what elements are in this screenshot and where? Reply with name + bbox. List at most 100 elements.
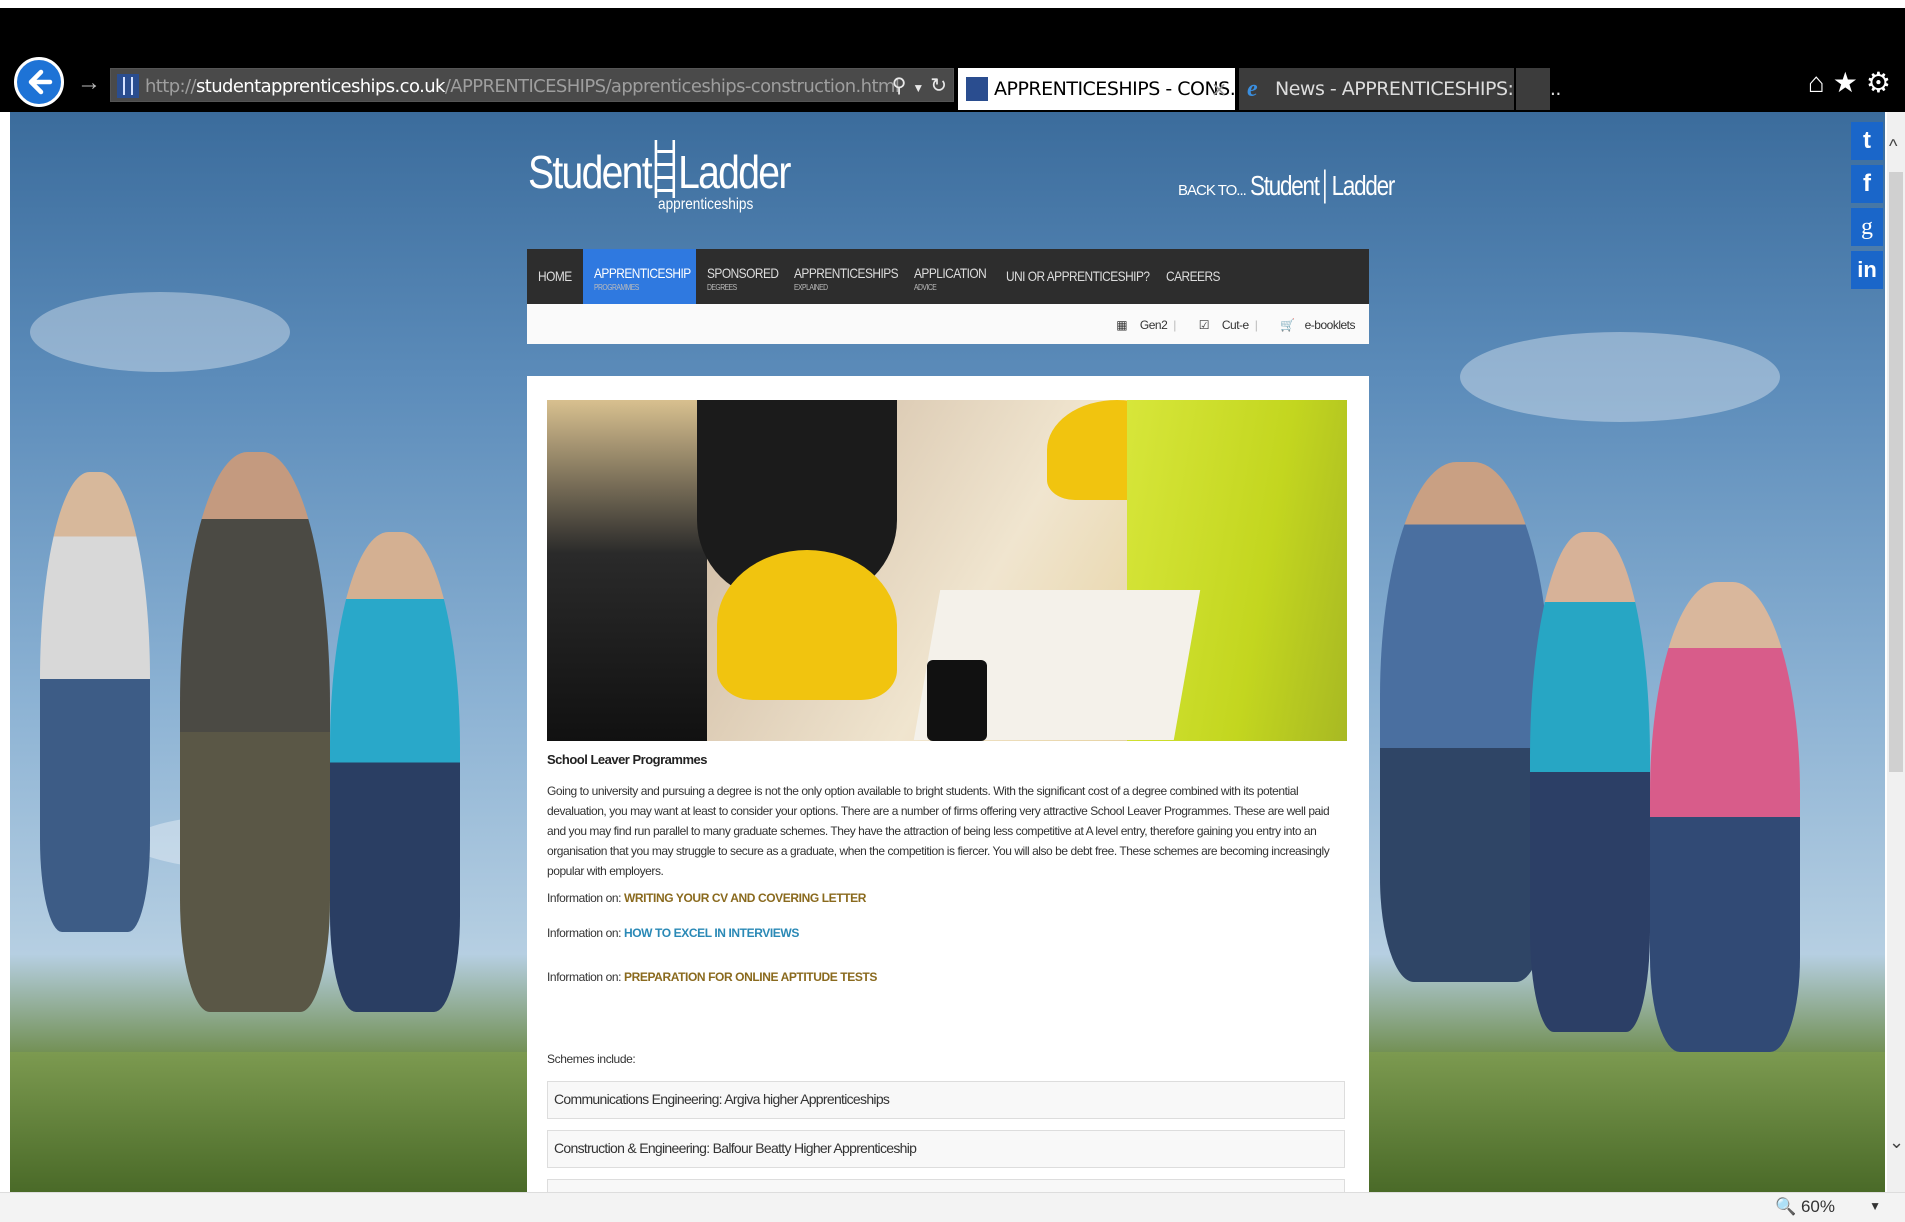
scheme-accordion-item[interactable]: Construction & Engineering: Balfour Beat…	[547, 1130, 1345, 1168]
back-link-prefix: BACK TO...	[1178, 182, 1247, 199]
background-person-image	[1650, 582, 1800, 1052]
hero-woman-figure	[547, 400, 707, 741]
window-top-edge	[0, 0, 1905, 8]
background-cloud	[30, 292, 290, 372]
settings-gear-icon[interactable]: ⚙	[1866, 67, 1891, 98]
nav-item-home[interactable]: HOME	[527, 249, 583, 304]
address-bar-actions: ⚲ ▼ ↻	[886, 73, 947, 98]
hero-yellow-hardhat	[717, 550, 897, 700]
tab-apprenticeships-construction[interactable]: APPRENTICESHIPS - CONS... ×	[958, 68, 1247, 110]
e-booklets-link[interactable]: 🛒 e-booklets	[1270, 318, 1355, 332]
cv-covering-letter-link[interactable]: WRITING YOUR CV AND COVERING LETTER	[624, 891, 866, 905]
background-person-image	[180, 452, 330, 1012]
hero-tablet-device	[927, 660, 987, 741]
nav-sublabel: ADVICE	[914, 283, 937, 292]
ie-logo-icon: e	[1247, 76, 1258, 102]
address-bar[interactable]: http://studentapprenticeships.co.uk/APPR…	[110, 68, 954, 102]
nav-sublabel: EXPLAINED	[794, 283, 828, 292]
site-favicon-icon	[117, 74, 139, 98]
vertical-scrollbar[interactable]: ^ ⌄	[1887, 112, 1905, 1192]
facebook-icon[interactable]: f	[1851, 165, 1883, 203]
background-person-image	[1530, 532, 1650, 1032]
schemes-label: Schemes include:	[547, 1052, 636, 1066]
logo-subtitle: apprenticeships	[658, 196, 754, 213]
forward-arrow-icon: →	[77, 69, 101, 96]
nav-sublabel: DEGREES	[707, 283, 737, 292]
twitter-icon[interactable]: t	[1851, 122, 1883, 160]
section-heading: School Leaver Programmes	[547, 752, 707, 767]
back-link-word-ladder: Ladder	[1331, 170, 1396, 201]
close-tab-icon[interactable]: ×	[1211, 77, 1228, 101]
scrollbar-thumb[interactable]	[1889, 172, 1903, 772]
logo-word-ladder: Ladder	[678, 146, 791, 198]
secondary-links-bar: ▦ Gen2 | ☑ Cut-e | 🛒 e-booklets	[527, 304, 1369, 344]
zoom-level[interactable]: 🔍 60%	[1775, 1197, 1835, 1217]
tab-label: APPRENTICESHIPS - CONS...	[994, 78, 1247, 100]
back-to-student-ladder-link[interactable]: BACK TO... Student│Ladder	[1178, 170, 1430, 202]
nav-item-application-advice[interactable]: APPLICATION ADVICE	[903, 249, 995, 304]
google-plus-icon[interactable]: g	[1851, 208, 1883, 246]
tab-news-apprenticeships[interactable]: e News - APPRENTICESHIPS: De...	[1239, 68, 1561, 110]
nav-label: APPRENTICESHIPS	[794, 265, 899, 281]
refresh-icon[interactable]: ↻	[930, 75, 947, 97]
nav-label: APPLICATION	[914, 265, 987, 281]
nav-sublabel: PROGRAMMES	[594, 283, 639, 292]
nav-label: CAREERS	[1166, 268, 1220, 284]
intro-paragraph: Going to university and pursuing a degre…	[547, 784, 1330, 878]
url-domain: studentapprenticeships.co.uk	[195, 76, 445, 97]
zoom-icon: 🔍	[1775, 1197, 1797, 1216]
background-person-image	[330, 532, 460, 1012]
browser-tool-icons: ⌂ ★ ⚙	[1800, 66, 1891, 99]
nav-item-careers[interactable]: CAREERS	[1155, 249, 1227, 304]
e-booklets-label: e-booklets	[1304, 318, 1356, 332]
home-icon[interactable]: ⌂	[1808, 67, 1825, 98]
background-person-image	[1380, 462, 1550, 982]
new-tab-button[interactable]	[1516, 68, 1550, 110]
zoom-value: 60%	[1800, 1197, 1835, 1216]
cart-icon: 🛒	[1280, 318, 1295, 332]
cut-e-label: Cut-e	[1221, 318, 1249, 332]
search-icon[interactable]: ⚲	[892, 75, 907, 97]
list-icon: ▦	[1116, 318, 1128, 332]
scroll-up-icon[interactable]: ^	[1889, 136, 1897, 157]
nav-item-sponsored-degrees[interactable]: SPONSORED DEGREES	[696, 249, 783, 304]
info-line-aptitude: Information on: PREPARATION FOR ONLINE A…	[547, 970, 877, 984]
url-path: /APPRENTICESHIPS/apprenticeships-constru…	[444, 76, 900, 97]
main-navigation: HOME APPRENTICESHIP PROGRAMMES SPONSORED D…	[527, 249, 1369, 304]
gen2-link[interactable]: ▦ Gen2	[1106, 318, 1168, 332]
info-line-interviews: Information on: HOW TO EXCEL IN INTERVIE…	[547, 926, 799, 940]
info-prefix: Information on:	[547, 970, 622, 984]
student-ladder-logo[interactable]: Student Ladder apprenticeships	[528, 140, 836, 213]
info-line-cv: Information on: WRITING YOUR CV AND COVE…	[547, 891, 866, 905]
scroll-down-icon[interactable]: ⌄	[1889, 1132, 1904, 1153]
info-prefix: Information on:	[547, 926, 622, 940]
nav-item-apprenticeship-programmes[interactable]: APPRENTICESHIP PROGRAMMES	[583, 249, 696, 304]
cut-e-link[interactable]: ☑ Cut-e	[1189, 318, 1249, 332]
linkedin-icon[interactable]: in	[1851, 251, 1883, 289]
nav-label: APPRENTICESHIP	[594, 265, 691, 281]
url-scheme: http://	[145, 76, 197, 97]
back-button[interactable]	[14, 57, 64, 107]
nav-label: UNI OR APPRENTICESHIP?	[1006, 268, 1150, 284]
back-link-word-student: Student	[1250, 170, 1320, 201]
address-url[interactable]: http://studentapprenticeships.co.uk/APPR…	[145, 76, 900, 97]
nav-item-uni-or-apprenticeship[interactable]: UNI OR APPRENTICESHIP?	[995, 249, 1155, 304]
construction-hero-image	[547, 400, 1347, 741]
site-favicon-icon	[966, 77, 988, 101]
nav-label: HOME	[538, 268, 572, 284]
background-cloud	[1460, 332, 1780, 422]
nav-item-apprenticeships-explained[interactable]: APPRENTICESHIPS EXPLAINED	[783, 249, 903, 304]
zoom-dropdown-icon[interactable]: ▼	[1869, 1199, 1881, 1213]
scheme-accordion-item[interactable]: Communications Engineering: Argiva highe…	[547, 1081, 1345, 1119]
background-person-image	[40, 472, 150, 932]
interviews-link[interactable]: HOW TO EXCEL IN INTERVIEWS	[624, 926, 799, 940]
forward-button[interactable]: →	[76, 70, 102, 96]
ladder-icon	[654, 140, 675, 198]
checkbox-icon: ☑	[1198, 318, 1210, 332]
info-prefix: Information on:	[547, 891, 622, 905]
favorites-star-icon[interactable]: ★	[1833, 67, 1858, 98]
browser-status-bar: 🔍 60% ▼	[0, 1192, 1905, 1222]
aptitude-tests-link[interactable]: PREPARATION FOR ONLINE APTITUDE TESTS	[624, 970, 877, 984]
nav-label: SPONSORED	[707, 265, 779, 281]
dropdown-icon[interactable]: ▼	[912, 81, 924, 95]
